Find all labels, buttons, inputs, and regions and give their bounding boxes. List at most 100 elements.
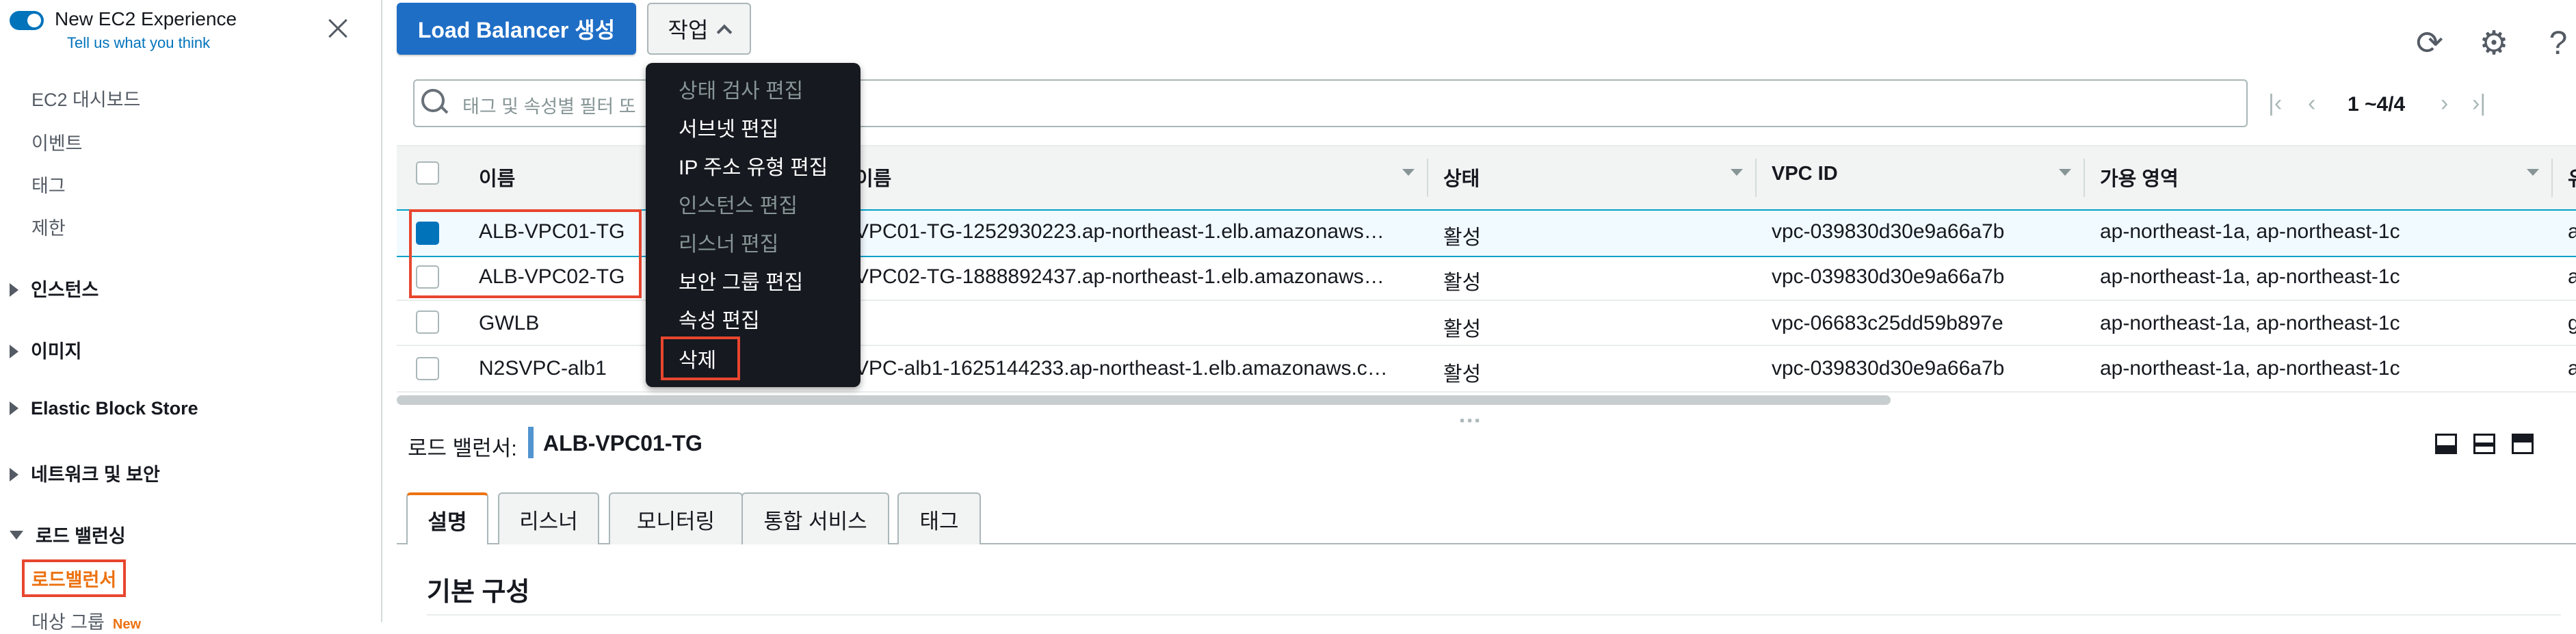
menu-item-edit-attributes[interactable]: 속성 편집	[679, 304, 760, 334]
horizontal-scrollbar[interactable]	[397, 395, 1891, 405]
detail-selected-name: ALB-VPC01-TG	[543, 431, 702, 455]
sidebar-group-label: Elastic Block Store	[31, 398, 198, 419]
layout-split-icon[interactable]	[2473, 434, 2495, 454]
column-header-type[interactable]: 유	[2568, 163, 2576, 191]
actions-label: 작업	[668, 18, 709, 42]
sort-icon[interactable]	[1402, 169, 1415, 176]
row-checkbox[interactable]	[416, 357, 439, 380]
menu-item-edit-subnets[interactable]: 서브넷 편집	[679, 112, 778, 142]
last-page-icon[interactable]: ›|	[2472, 90, 2486, 117]
selection-highlight-box	[409, 209, 642, 298]
sidebar-item-limits[interactable]: 제한	[31, 213, 66, 240]
sidebar-group-label: 이미지	[31, 341, 82, 362]
prev-page-icon[interactable]: ‹	[2308, 90, 2315, 117]
delete-highlight-box	[661, 336, 740, 380]
caret-right-icon	[10, 344, 18, 358]
cell-dns-name: VPC-alb1-1625144233.ap-northeast-1.elb.a…	[855, 357, 1388, 380]
cell-dns-name: VPC01-TG-1252930223.ap-northeast-1.elb.a…	[855, 220, 1384, 243]
caret-right-icon	[10, 467, 18, 481]
sidebar-item-tags[interactable]: 태그	[31, 171, 66, 198]
tab-tags[interactable]: 태그	[897, 492, 981, 544]
gear-icon[interactable]: ⚙	[2475, 25, 2513, 63]
caret-down-icon	[10, 531, 23, 540]
page-indicator: 1 ~4/4	[2348, 93, 2406, 116]
layout-bottom-icon[interactable]	[2435, 434, 2457, 454]
help-icon[interactable]: ?	[2539, 25, 2576, 63]
menu-item-edit-instances: 인스턴스 편집	[679, 195, 798, 217]
sidebar-item-events[interactable]: 이벤트	[31, 129, 83, 155]
caret-right-icon	[10, 282, 18, 297]
cell-state: 활성	[1443, 226, 1482, 249]
cell-dns-name: VPC02-TG-1888892437.ap-northeast-1.elb.a…	[855, 265, 1384, 288]
sidebar-group-label: 네트워크 및 보안	[31, 464, 160, 485]
first-page-icon[interactable]: |‹	[2268, 90, 2282, 117]
sidebar-item-ec2-dashboard[interactable]: EC2 대시보드	[31, 85, 140, 111]
column-divider[interactable]	[1755, 159, 1757, 197]
new-experience-title: New EC2 Experience	[55, 8, 237, 29]
menu-item-edit-ip-address-type[interactable]: IP 주소 유형 편집	[679, 150, 828, 181]
sidebar-group-images[interactable]: 이미지	[10, 336, 82, 363]
detail-accent-bar	[528, 427, 534, 458]
cell-vpc-id: vpc-039830d30e9a66a7b	[1772, 220, 2005, 243]
column-header-name[interactable]: 이름	[479, 163, 515, 191]
create-load-balancer-button[interactable]: Load Balancer 생성	[397, 3, 636, 55]
sidebar-group-ebs[interactable]: Elastic Block Store	[10, 398, 198, 419]
next-page-icon[interactable]: ›	[2441, 90, 2448, 117]
sidebar: New EC2 Experience Tell us what you thin…	[0, 0, 382, 633]
sidebar-item-target-groups[interactable]: 대상 그룹 New	[31, 607, 141, 634]
cell-availability-zone: ap-northeast-1a, ap-northeast-1c	[2100, 265, 2400, 288]
cell-state: 활성	[1443, 363, 1482, 386]
sort-icon[interactable]	[1731, 169, 1743, 176]
cell-type: g	[2568, 312, 2576, 334]
column-header-state[interactable]: 상태	[1443, 163, 1480, 191]
tab-integrated-services[interactable]: 통합 서비스	[741, 492, 889, 544]
column-divider[interactable]	[2551, 159, 2553, 197]
section-divider	[427, 614, 2561, 616]
layout-top-icon[interactable]	[2512, 434, 2534, 454]
refresh-icon[interactable]: ⟳	[2410, 25, 2449, 63]
sidebar-group-label: 로드 밸런싱	[36, 526, 126, 546]
cell-name: N2SVPC-alb1	[479, 357, 607, 380]
tab-monitoring[interactable]: 모니터링	[609, 492, 743, 544]
column-header-dns-name[interactable]: 이름	[855, 163, 891, 191]
column-divider[interactable]	[2084, 159, 2085, 197]
resize-handle[interactable]: ▪▪▪	[1460, 413, 1482, 429]
chevron-up-icon	[717, 24, 733, 40]
menu-item-edit-security-groups[interactable]: 보안 그룹 편집	[679, 265, 803, 295]
detail-label: 로드 밸런서:	[408, 436, 517, 460]
column-divider[interactable]	[1427, 159, 1428, 197]
sort-icon[interactable]	[2059, 169, 2071, 176]
cell-state: 활성	[1443, 272, 1482, 294]
cell-type: a	[2568, 265, 2576, 288]
sidebar-group-network-security[interactable]: 네트워크 및 보안	[10, 460, 160, 486]
column-header-availability-zone[interactable]: 가용 영역	[2100, 163, 2179, 191]
new-badge: New	[112, 617, 141, 632]
cell-type: a	[2568, 357, 2576, 380]
cell-availability-zone: ap-northeast-1a, ap-northeast-1c	[2100, 312, 2400, 334]
cell-availability-zone: ap-northeast-1a, ap-northeast-1c	[2100, 220, 2400, 243]
sort-icon[interactable]	[2527, 169, 2539, 176]
sidebar-item-load-balancers[interactable]: 로드밸런서	[22, 559, 127, 597]
new-experience-toggle[interactable]	[10, 11, 44, 30]
caret-right-icon	[10, 401, 18, 415]
feedback-link[interactable]: Tell us what you think	[67, 34, 210, 52]
tab-listeners[interactable]: 리스너	[498, 492, 599, 544]
section-title: 기본 구성	[427, 578, 530, 607]
sidebar-group-load-balancing[interactable]: 로드 밸런싱	[10, 521, 126, 548]
cell-state: 활성	[1443, 318, 1482, 341]
search-placeholder: 태그 및 속성별 필터 또	[462, 96, 636, 117]
sidebar-group-label: 인스턴스	[31, 280, 99, 300]
tab-description[interactable]: 설명	[406, 492, 488, 544]
close-icon[interactable]	[324, 15, 352, 42]
actions-button[interactable]: 작업	[647, 3, 751, 55]
column-header-vpc-id[interactable]: VPC ID	[1772, 163, 1838, 185]
sidebar-group-instances[interactable]: 인스턴스	[10, 275, 98, 302]
sidebar-item-label: 대상 그룹	[31, 612, 105, 633]
cell-vpc-id: vpc-039830d30e9a66a7b	[1772, 357, 2005, 380]
select-all-checkbox[interactable]	[416, 161, 439, 185]
row-checkbox[interactable]	[416, 311, 439, 334]
search-icon	[420, 88, 450, 118]
menu-item-edit-health-check: 상태 검사 편집	[679, 80, 804, 103]
cell-name: GWLB	[479, 312, 540, 334]
cell-vpc-id: vpc-06683c25dd59b897e	[1772, 312, 2003, 334]
